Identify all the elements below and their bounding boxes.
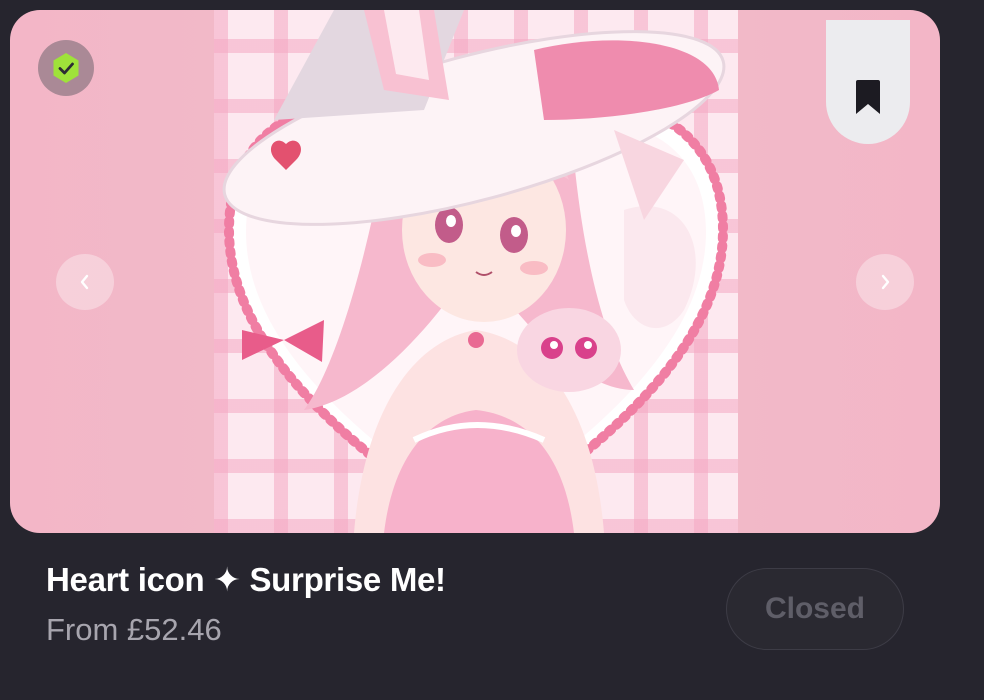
bookmark-button[interactable] [826, 20, 910, 144]
verified-check-icon [53, 53, 79, 83]
listing-card[interactable]: Heart icon ✦ Surprise Me! From £52.46 Cl… [0, 0, 984, 700]
verified-badge [38, 40, 94, 96]
bookmark-icon [856, 80, 880, 114]
listing-price: From £52.46 [46, 612, 222, 647]
chevron-left-icon [80, 274, 89, 290]
next-image-button[interactable] [856, 254, 914, 310]
chevron-right-icon [881, 274, 890, 290]
closed-status-button[interactable]: Closed [726, 568, 904, 650]
previous-image-button[interactable] [56, 254, 114, 310]
artwork-illustration [222, 10, 729, 533]
listing-image-carousel[interactable] [10, 10, 940, 533]
listing-title[interactable]: Heart icon ✦ Surprise Me! [46, 560, 446, 599]
listing-artwork[interactable] [214, 10, 738, 533]
